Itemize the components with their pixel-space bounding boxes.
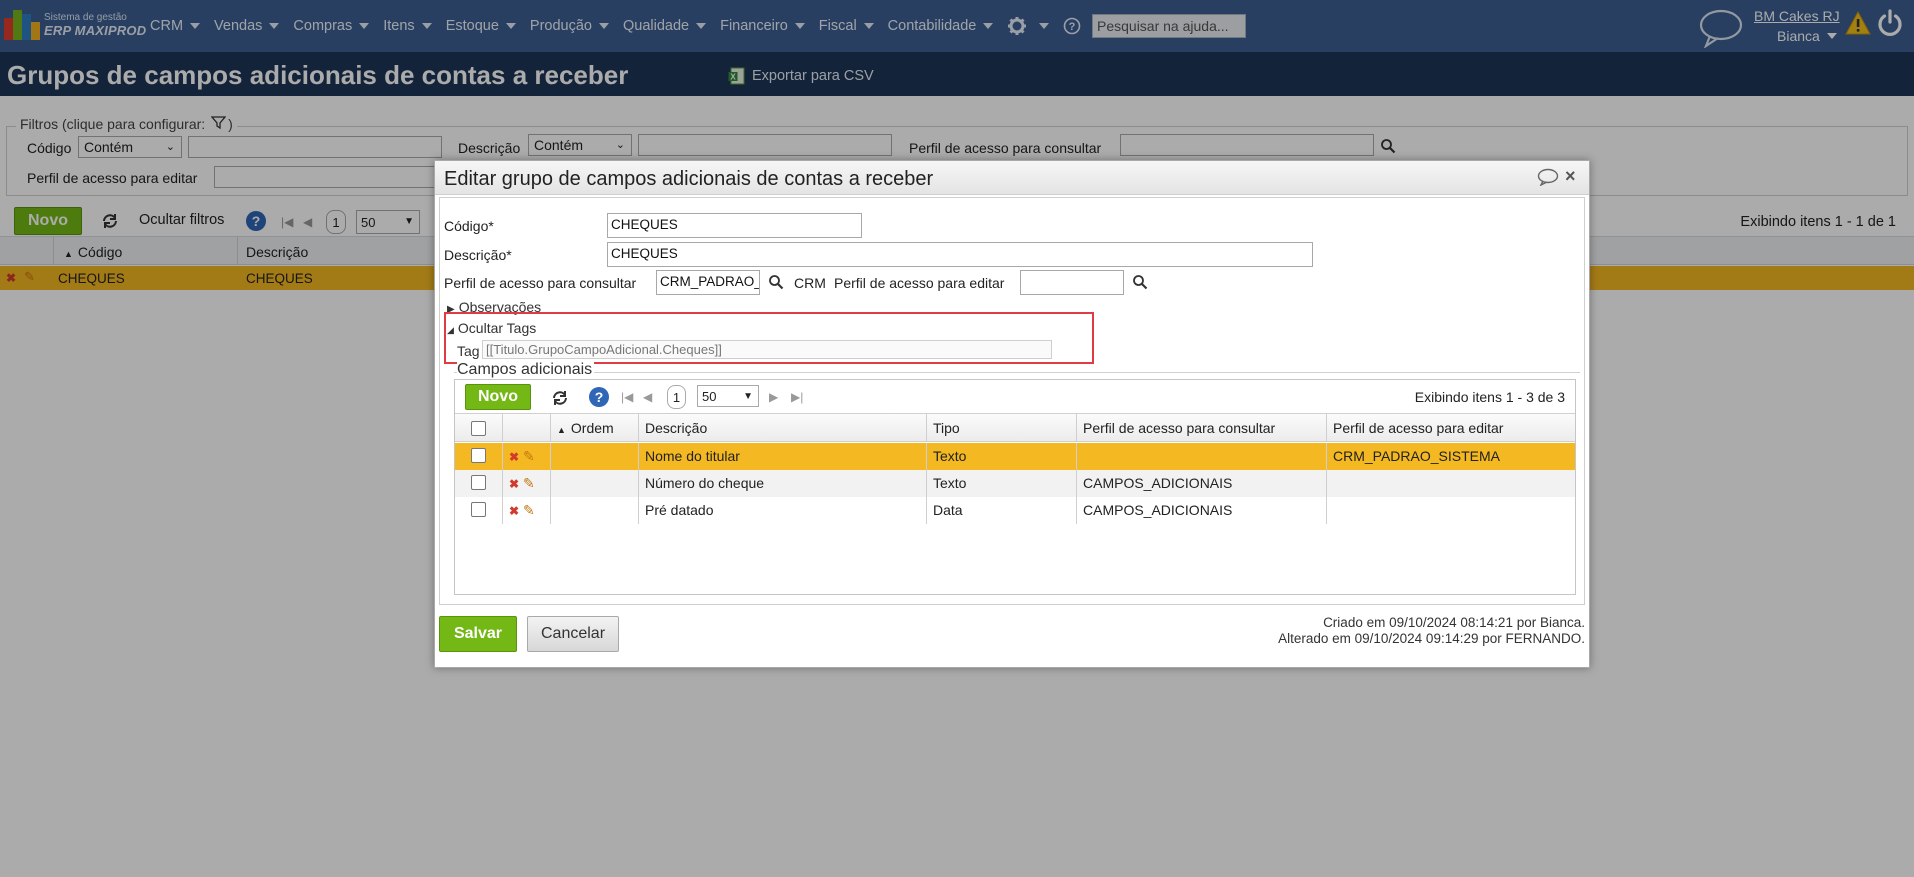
cell-tipo: Texto xyxy=(927,443,1077,470)
cancel-button[interactable]: Cancelar xyxy=(527,616,619,652)
caret-down-icon: ◢ xyxy=(447,325,454,335)
select-all-cell xyxy=(455,414,503,441)
audit-info: Criado em 09/10/2024 08:14:21 por Bianca… xyxy=(1278,615,1585,647)
cell-tipo: Texto xyxy=(927,470,1077,497)
perfil-editar-label: Perfil de acesso para editar xyxy=(834,275,1005,291)
modified-info: Alterado em 09/10/2024 09:14:29 por FERN… xyxy=(1278,631,1585,646)
cell-perfil-consultar: CAMPOS_ADICIONAIS xyxy=(1077,470,1327,497)
ocultar-tags-toggle[interactable]: ◢ Ocultar Tags xyxy=(447,320,536,336)
search-icon[interactable] xyxy=(1132,274,1148,290)
codigo-label: Código* xyxy=(444,218,494,234)
last-page-icon[interactable]: ▶| xyxy=(791,390,803,404)
cell-perfil-editar: CRM_PADRAO_SISTEMA xyxy=(1333,448,1500,464)
perfil-consultar-input[interactable]: CRM_PADRAO_SISTEMA xyxy=(656,270,760,295)
ocultar-tags-label: Ocultar Tags xyxy=(457,320,537,336)
campos-grid-header: ▲ Ordem Descrição Tipo Perfil de acesso p… xyxy=(455,414,1575,442)
column-descricao[interactable]: Descrição xyxy=(639,414,927,441)
cell-tipo: Data xyxy=(927,497,1077,524)
delete-icon[interactable]: ✖ xyxy=(509,477,519,491)
search-icon[interactable] xyxy=(768,274,784,290)
table-row[interactable]: ✖ ✎ Pré datado Data CAMPOS_ADICIONAIS xyxy=(455,497,1575,524)
delete-icon[interactable]: ✖ xyxy=(509,450,519,464)
cell-descricao: Número do cheque xyxy=(639,470,927,497)
edit-icon[interactable]: ✎ xyxy=(523,448,535,464)
comment-icon[interactable] xyxy=(1537,168,1559,186)
page-number[interactable]: 1 xyxy=(667,385,686,409)
perfil-consultar-label: Perfil de acesso para consultar xyxy=(444,275,637,291)
row-checkbox[interactable] xyxy=(471,448,486,463)
tag-field[interactable]: [[Titulo.GrupoCampoAdicional.Cheques]] xyxy=(482,340,1052,359)
table-row[interactable]: ✖ ✎ Nome do titular Texto CRM_PADRAO_SIS… xyxy=(455,443,1575,470)
edit-icon[interactable]: ✎ xyxy=(523,475,535,491)
campos-toolbar: Novo ? |◀ ◀ 1 50 ▼ ▶ ▶| Exibindo itens 1 … xyxy=(455,380,1575,414)
descricao-input[interactable]: CHEQUES xyxy=(607,242,1313,267)
cell-ordem xyxy=(551,443,639,470)
dialog-titlebar: Editar grupo de campos adicionais de con… xyxy=(435,161,1589,195)
row-select-cell xyxy=(455,497,503,524)
cell-perfil-consultar xyxy=(1077,443,1327,470)
page-size-value: 50 xyxy=(702,389,717,404)
table-row[interactable]: ✖ ✎ Número do cheque Texto CAMPOS_ADICIO… xyxy=(455,470,1575,497)
codigo-input[interactable]: CHEQUES xyxy=(607,213,862,238)
sort-asc-icon: ▲ xyxy=(557,425,566,435)
cell-descricao: Pré datado xyxy=(639,497,927,524)
save-button[interactable]: Salvar xyxy=(439,616,517,652)
actions-column-header xyxy=(503,414,551,441)
row-checkbox[interactable] xyxy=(471,502,486,517)
page-size-select[interactable]: 50 ▼ xyxy=(697,385,759,407)
edit-group-dialog: Editar grupo de campos adicionais de con… xyxy=(434,160,1590,668)
row-actions: ✖ ✎ xyxy=(503,443,551,470)
row-checkbox[interactable] xyxy=(471,475,486,490)
chevron-down-icon: ▼ xyxy=(743,391,753,402)
section-divider xyxy=(454,372,1580,373)
cell-ordem xyxy=(551,470,639,497)
cell-ordem xyxy=(551,497,639,524)
column-tipo[interactable]: Tipo xyxy=(927,414,1077,441)
cell-perfil-editar xyxy=(1327,470,1575,497)
created-info: Criado em 09/10/2024 08:14:21 por Bianca… xyxy=(1323,615,1585,630)
dialog-body: Código* CHEQUES Descrição* CHEQUES Perfi… xyxy=(439,197,1585,605)
perfil-editar-input[interactable] xyxy=(1020,270,1124,295)
close-icon[interactable]: × xyxy=(1565,166,1576,187)
next-page-icon[interactable]: ▶ xyxy=(769,390,778,404)
campos-adicionais-title: Campos adicionais xyxy=(457,361,595,379)
cell-perfil-editar xyxy=(1327,497,1575,524)
cell-perfil-consultar: CAMPOS_ADICIONAIS xyxy=(1077,497,1327,524)
svg-text:?: ? xyxy=(595,389,604,405)
row-actions: ✖ ✎ xyxy=(503,497,551,524)
column-ordem[interactable]: ▲ Ordem xyxy=(551,414,639,441)
tag-label: Tag xyxy=(457,343,480,359)
delete-icon[interactable]: ✖ xyxy=(509,504,519,518)
row-actions: ✖ ✎ xyxy=(503,470,551,497)
row-select-cell xyxy=(455,443,503,470)
edit-icon[interactable]: ✎ xyxy=(523,502,535,518)
campos-count: Exibindo itens 1 - 3 de 3 xyxy=(1414,389,1565,405)
help-icon[interactable]: ? xyxy=(588,386,610,408)
new-campo-button[interactable]: Novo xyxy=(465,384,531,410)
column-perfil-consultar[interactable]: Perfil de acesso para consultar xyxy=(1077,414,1327,441)
first-page-icon[interactable]: |◀ xyxy=(621,390,633,404)
descricao-label: Descrição* xyxy=(444,247,512,263)
prev-page-icon[interactable]: ◀ xyxy=(643,390,652,404)
column-ordem-label: Ordem xyxy=(570,420,614,436)
column-perfil-editar[interactable]: Perfil de acesso para editar xyxy=(1327,414,1575,441)
campos-adicionais-grid: Novo ? |◀ ◀ 1 50 ▼ ▶ ▶| Exibindo itens 1 … xyxy=(454,379,1576,595)
row-select-cell xyxy=(455,470,503,497)
perfil-consultar-module: CRM xyxy=(794,275,826,291)
dialog-title: Editar grupo de campos adicionais de con… xyxy=(444,168,934,190)
refresh-icon[interactable] xyxy=(550,389,570,407)
cell-descricao: Nome do titular xyxy=(639,443,927,470)
select-all-checkbox[interactable] xyxy=(471,421,486,436)
